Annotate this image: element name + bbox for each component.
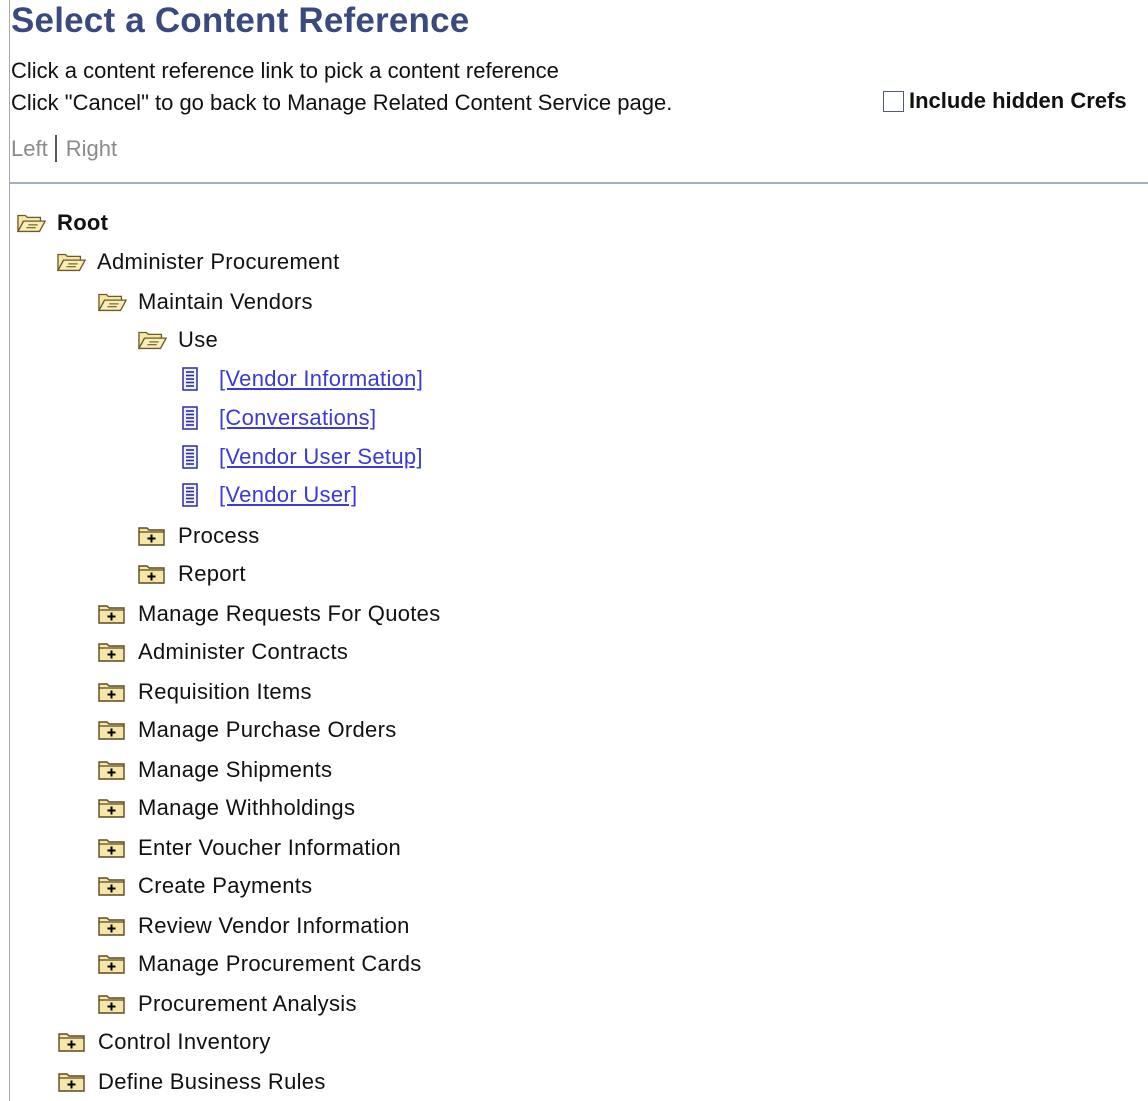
folder-plus-icon[interactable] [58,1029,90,1055]
folder-plus-icon[interactable] [138,561,170,587]
left-right-nav: Left Right [11,135,117,162]
tree-link-vendor-user-setup[interactable]: [Vendor User Setup] [175,442,423,472]
content-reference-link[interactable]: [Vendor User] [219,482,357,508]
tree-node-create-payments[interactable]: Create Payments [98,871,312,901]
tree-node-manage-procurement-cards[interactable]: Manage Procurement Cards [98,949,422,979]
tree-node-label[interactable]: Enter Voucher Information [138,835,401,861]
tree-node-report[interactable]: Report [138,559,246,589]
folder-open-icon[interactable] [138,327,170,353]
tree-node-requisition-items[interactable]: Requisition Items [98,677,312,707]
tree-node-label[interactable]: Manage Procurement Cards [138,951,422,977]
folder-plus-icon[interactable] [98,913,130,939]
document-icon [175,405,205,431]
tree-node-label[interactable]: Manage Requests For Quotes [138,601,441,627]
tree-node-root[interactable]: Root [17,208,108,238]
folder-plus-icon[interactable] [98,717,130,743]
cancel-instruction-text: Click "Cancel" to go back to Manage Rela… [11,90,673,115]
content-reference-link[interactable]: [Vendor Information] [219,366,423,392]
content-reference-link[interactable]: [Vendor User Setup] [219,444,423,470]
folder-plus-icon[interactable] [98,835,130,861]
tree-node-review-vendor-information[interactable]: Review Vendor Information [98,911,410,941]
folder-plus-icon[interactable] [98,991,130,1017]
tree-node-label[interactable]: Root [57,210,108,236]
tree-node-manage-rfq[interactable]: Manage Requests For Quotes [98,599,441,629]
tree-node-control-inventory[interactable]: Control Inventory [58,1027,271,1057]
tree-node-maintain-vendors[interactable]: Maintain Vendors [98,287,313,317]
tree-node-label[interactable]: Maintain Vendors [138,289,313,315]
tree-node-label[interactable]: Administer Procurement [97,249,340,275]
tree-node-label[interactable]: Procurement Analysis [138,991,357,1017]
tree-link-vendor-information[interactable]: [Vendor Information] [175,364,423,394]
header-divider [10,182,1148,184]
folder-plus-icon[interactable] [98,951,130,977]
tree-node-label[interactable]: Define Business Rules [98,1069,326,1095]
include-hidden-crefs-checkbox[interactable] [883,90,904,112]
tree-node-label[interactable]: Manage Shipments [138,757,332,783]
left-link[interactable]: Left [11,136,48,162]
folder-plus-icon[interactable] [98,601,130,627]
instruction-text: Click a content reference link to pick a… [11,58,559,83]
tree-node-define-business-rules[interactable]: Define Business Rules [58,1067,326,1097]
tree-node-label[interactable]: Review Vendor Information [138,913,410,939]
tree-node-procurement-analysis[interactable]: Procurement Analysis [98,989,357,1019]
tree-node-label[interactable]: Report [178,561,246,587]
tree-node-label[interactable]: Administer Contracts [138,639,348,665]
tree-node-administer-procurement[interactable]: Administer Procurement [57,247,340,277]
tree-node-label[interactable]: Manage Withholdings [138,795,355,821]
page-title: Select a Content Reference [11,1,470,40]
tree-link-conversations[interactable]: [Conversations] [175,403,376,433]
folder-plus-icon[interactable] [98,795,130,821]
tree-node-enter-voucher-information[interactable]: Enter Voucher Information [98,833,401,863]
tree-node-manage-purchase-orders[interactable]: Manage Purchase Orders [98,715,397,745]
folder-plus-icon[interactable] [98,757,130,783]
folder-plus-icon[interactable] [58,1069,90,1095]
tree-node-label[interactable]: Create Payments [138,873,312,899]
document-icon [175,482,205,508]
folder-plus-icon[interactable] [98,639,130,665]
right-link[interactable]: Right [66,136,117,162]
include-hidden-crefs[interactable]: Include hidden Crefs [883,88,1127,114]
tree-node-label[interactable]: Control Inventory [98,1029,271,1055]
folder-plus-icon[interactable] [98,873,130,899]
document-icon [175,444,205,470]
tree-node-manage-shipments[interactable]: Manage Shipments [98,755,332,785]
include-hidden-crefs-label[interactable]: Include hidden Crefs [909,88,1127,114]
document-icon [175,366,205,392]
tree-node-label[interactable]: Requisition Items [138,679,312,705]
tree-node-label[interactable]: Process [178,523,260,549]
tree-node-manage-withholdings[interactable]: Manage Withholdings [98,793,355,823]
tree-node-administer-contracts[interactable]: Administer Contracts [98,637,348,667]
tree-node-process[interactable]: Process [138,521,260,551]
tree-node-label[interactable]: Use [178,327,218,353]
tree-link-vendor-user[interactable]: [Vendor User] [175,480,357,510]
folder-open-icon[interactable] [17,210,49,236]
folder-plus-icon[interactable] [138,523,170,549]
folder-open-icon[interactable] [98,289,130,315]
nav-separator [54,135,57,162]
folder-open-icon[interactable] [57,249,89,275]
content-reference-link[interactable]: [Conversations] [219,405,376,431]
folder-plus-icon[interactable] [98,679,130,705]
tree-node-use[interactable]: Use [138,325,218,355]
tree-node-label[interactable]: Manage Purchase Orders [138,717,397,743]
